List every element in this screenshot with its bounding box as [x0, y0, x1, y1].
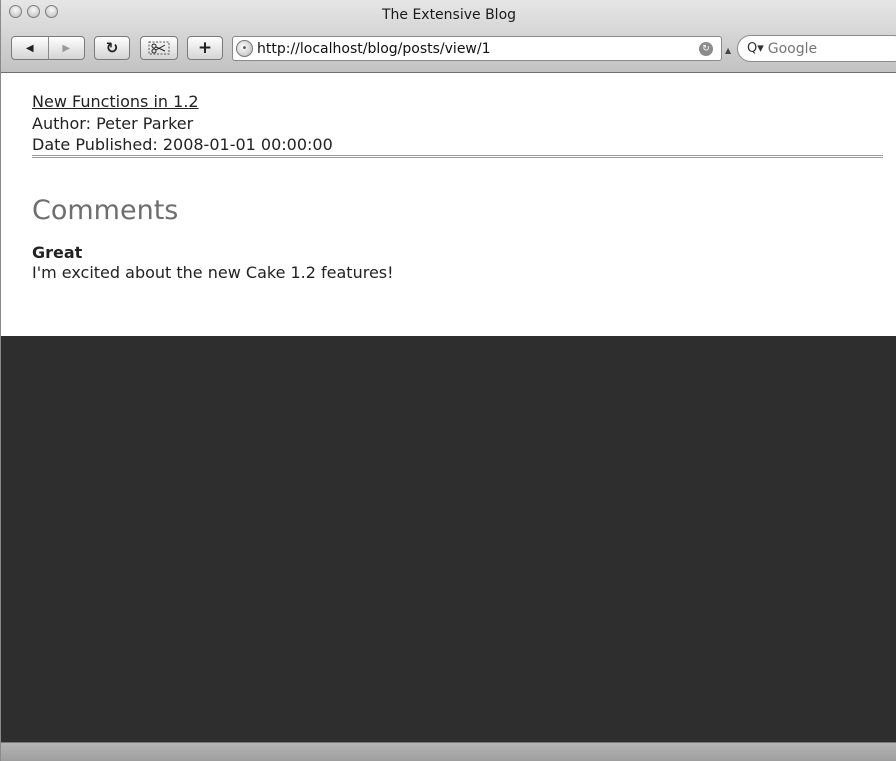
browser-toolbar: The Extensive Blog ◀ ▶ ↻ + • http://loca… [1, 0, 896, 73]
snapback-icon[interactable]: ↻ [699, 41, 713, 56]
comments-heading: Comments [32, 195, 179, 226]
forward-arrow-icon: ▶ [62, 42, 71, 54]
snip-button[interactable] [140, 36, 178, 60]
add-bookmark-button[interactable]: + [187, 36, 223, 60]
search-icon: Q▾ [747, 41, 764, 56]
plus-icon: + [197, 38, 213, 58]
dark-background-area [1, 336, 896, 742]
scissors-icon [148, 41, 170, 55]
post-date-published: Date Published: 2008-01-01 00:00:00 [32, 135, 333, 154]
address-bar[interactable]: • http://localhost/blog/posts/view/1 ↻ [232, 36, 722, 61]
reload-icon: ↻ [105, 39, 119, 57]
comment-body: I'm excited about the new Cake 1.2 featu… [32, 263, 394, 282]
address-dropdown-icon[interactable]: ▲ [725, 46, 731, 55]
forward-button[interactable]: ▶ [48, 37, 84, 59]
back-button[interactable]: ◀ [12, 37, 48, 59]
address-url[interactable]: http://localhost/blog/posts/view/1 [257, 41, 699, 57]
comment-title: Great [32, 243, 83, 262]
post-author: Author: Peter Parker [32, 114, 194, 133]
browser-window: The Extensive Blog ◀ ▶ ↻ + • http://loca… [0, 0, 896, 761]
content-divider [32, 155, 883, 158]
reload-button[interactable]: ↻ [94, 36, 130, 60]
site-globe-icon: • [236, 40, 253, 57]
post-title-link[interactable]: New Functions in 1.2 [32, 92, 199, 111]
back-arrow-icon: ◀ [25, 42, 34, 54]
search-field[interactable]: Q▾ [737, 35, 896, 62]
back-forward-buttons: ◀ ▶ [11, 36, 85, 60]
window-title: The Extensive Blog [381, 7, 517, 23]
search-input[interactable] [767, 40, 878, 57]
status-bar [1, 742, 896, 761]
page-content: New Functions in 1.2 Author: Peter Parke… [1, 73, 896, 336]
